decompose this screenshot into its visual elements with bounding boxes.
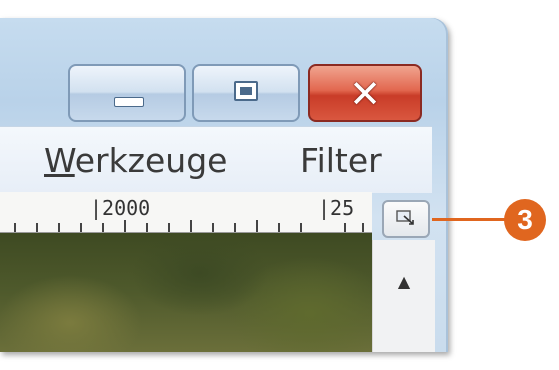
close-icon: ✕ — [349, 72, 381, 116]
menu-bar: Werkzeuge Filter — [0, 126, 432, 193]
ruler-tick — [212, 223, 214, 232]
vertical-scrollbar[interactable]: ▲ — [372, 240, 435, 352]
ruler-tick — [168, 223, 170, 232]
close-button[interactable]: ✕ — [308, 64, 422, 122]
ruler-tick — [300, 223, 302, 232]
ruler-tick — [278, 223, 280, 232]
callout-badge: 3 — [504, 199, 546, 241]
scroll-up-arrow-icon[interactable]: ▲ — [387, 270, 421, 294]
ruler-tick — [344, 223, 346, 232]
ruler-tick — [146, 223, 148, 232]
maximize-icon — [234, 81, 258, 101]
ruler-tick — [36, 223, 38, 232]
ruler-tick — [124, 220, 126, 232]
ruler-tick — [80, 223, 82, 232]
ruler-tick — [14, 223, 16, 232]
minimize-button[interactable] — [68, 64, 186, 122]
ruler-label-2000: |2000 — [90, 196, 151, 220]
ruler-tick — [234, 223, 236, 232]
menu-item-werkzeuge[interactable]: Werkzeuge — [44, 141, 227, 180]
horizontal-ruler: |2000 |25 — [0, 192, 372, 233]
maximize-button[interactable] — [192, 64, 300, 122]
menu-item-filter[interactable]: Filter — [300, 141, 382, 180]
ruler-label-25: |25 — [318, 196, 355, 220]
callout-line — [432, 218, 506, 221]
ruler-tick — [102, 223, 104, 232]
ruler-tick — [256, 220, 258, 232]
ruler-tick — [362, 223, 364, 232]
ruler-tick — [58, 223, 60, 232]
ruler-tick — [190, 220, 192, 232]
image-canvas[interactable] — [0, 233, 372, 352]
navigator-button[interactable] — [382, 200, 430, 238]
minimize-icon — [114, 97, 144, 107]
navigator-icon — [396, 210, 414, 225]
